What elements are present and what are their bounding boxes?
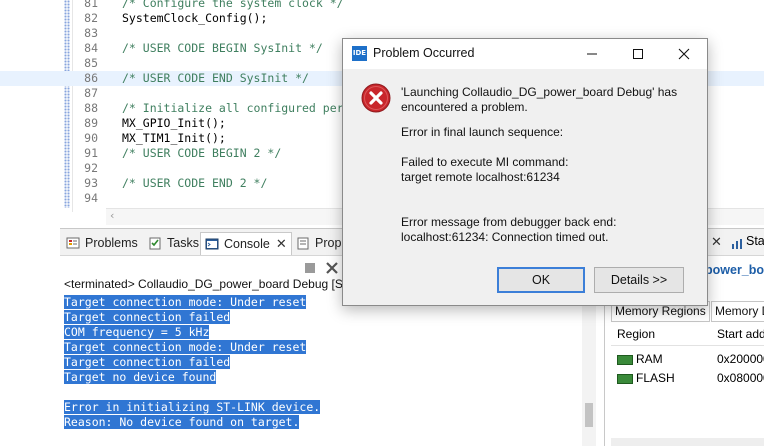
line-number: 90 xyxy=(84,131,98,145)
line-number: 88 xyxy=(84,101,98,115)
region-name: FLASH xyxy=(636,371,675,385)
line-number: 91 xyxy=(84,146,98,160)
debugger-error-line: Error message from debugger back end: xyxy=(401,215,617,229)
table-header: Region Start add xyxy=(611,323,764,346)
line-number: 94 xyxy=(84,191,98,205)
failed-command-line: Failed to execute MI command: xyxy=(401,155,569,169)
dialog-title: Problem Occurred xyxy=(373,46,475,60)
console-line-text: Target connection failed xyxy=(64,310,231,324)
scroll-left-icon[interactable]: ‹ xyxy=(110,209,114,222)
message-line: encountered a problem. xyxy=(401,100,528,114)
line-number: 83 xyxy=(84,26,98,40)
console-line: COM frequency = 5 kHz xyxy=(64,325,584,340)
tab-console[interactable]: Console ✕ xyxy=(200,232,292,255)
code-line: 81 /* Configure the system clock */ xyxy=(0,0,764,11)
properties-icon xyxy=(296,236,310,250)
column-region[interactable]: Region xyxy=(617,323,655,345)
console-vertical-scrollbar[interactable] xyxy=(582,295,596,446)
console-output[interactable]: Target connection mode: Under reset Targe… xyxy=(64,295,584,430)
table-row[interactable]: RAM 0x200000 xyxy=(611,350,764,369)
tab-tasks[interactable]: Tasks xyxy=(148,232,199,254)
console-line: Target no device found xyxy=(64,370,584,385)
close-button[interactable] xyxy=(661,39,707,69)
ide-logo-icon: IDE xyxy=(352,46,367,61)
region-start: 0x200000 xyxy=(717,352,764,366)
console-line-text: Target connection failed xyxy=(64,355,231,369)
console-line-text: Target connection mode: Under reset xyxy=(64,295,307,309)
console-line: Target connection failed xyxy=(64,310,584,325)
tab-properties[interactable]: Prop xyxy=(296,232,341,254)
remove-launch-icon[interactable] xyxy=(326,259,338,274)
line-number: 81 xyxy=(84,0,98,10)
tab-partial-icon xyxy=(731,235,743,254)
console-line: Reason: No device found on target. xyxy=(64,415,584,430)
memory-chip-icon xyxy=(617,354,633,365)
code-text: /* Configure the system clock */ xyxy=(122,0,344,10)
error-summary: Error in final launch sequence: xyxy=(401,125,564,139)
line-number: 87 xyxy=(84,86,98,100)
line-number: 92 xyxy=(84,161,98,175)
memory-chip-icon xyxy=(617,373,633,384)
tab-tasks-label: Tasks xyxy=(167,236,199,250)
failed-command-line: target remote localhost:61234 xyxy=(401,170,560,184)
line-number: 93 xyxy=(84,176,98,190)
details-button[interactable]: Details >> xyxy=(594,267,684,293)
close-icon[interactable]: ✕ xyxy=(276,236,287,252)
debugger-error-line: localhost:61234: Connection timed out. xyxy=(401,230,609,244)
code-text: /* USER CODE END 2 */ xyxy=(122,176,268,190)
close-icon xyxy=(678,48,690,60)
maximize-button[interactable] xyxy=(615,39,661,69)
tab-partial-label[interactable]: Sta xyxy=(746,234,764,248)
problems-icon xyxy=(66,236,80,250)
line-number: 86 xyxy=(84,71,98,85)
code-text: /* USER CODE END SysInit */ xyxy=(122,71,309,85)
close-icon[interactable]: ✕ xyxy=(711,235,722,250)
project-title: power_boar xyxy=(705,263,764,277)
console-line-text: Target no device found xyxy=(64,370,217,384)
minimize-icon xyxy=(587,53,597,55)
ok-button[interactable]: OK xyxy=(497,267,585,293)
tab-problems[interactable]: Problems xyxy=(66,232,138,254)
problem-occurred-dialog: IDE Problem Occurred 'Launching Collaudi… xyxy=(342,38,708,306)
code-text: SystemClock_Config(); xyxy=(122,11,268,25)
console-line-text: Error in initializing ST-LINK device. xyxy=(64,400,321,414)
console-line-text: COM frequency = 5 kHz xyxy=(64,325,210,339)
line-number: 84 xyxy=(84,41,98,55)
tab-problems-label: Problems xyxy=(85,236,138,250)
line-number: 85 xyxy=(84,56,98,70)
stop-icon[interactable] xyxy=(304,259,316,273)
tab-properties-label: Prop xyxy=(315,236,342,250)
line-number: 89 xyxy=(84,116,98,130)
line-number: 82 xyxy=(84,11,98,25)
code-text: MX_GPIO_Init(); xyxy=(122,116,226,130)
console-icon xyxy=(205,237,219,251)
code-text: /* USER CODE BEGIN SysInit */ xyxy=(122,41,323,55)
console-line: Error in initializing ST-LINK device. xyxy=(64,400,584,415)
console-line: Target connection mode: Under reset xyxy=(64,340,584,355)
column-start-address[interactable]: Start add xyxy=(717,323,764,345)
dialog-titlebar[interactable]: IDE Problem Occurred xyxy=(343,39,707,69)
code-text: MX_TIM1_Init(); xyxy=(122,131,226,145)
message-line: 'Launching Collaudio_DG_power_board Debu… xyxy=(401,85,678,99)
console-status: <terminated> Collaudio_DG_power_board De… xyxy=(64,277,351,291)
console-line-text: Reason: No device found on target. xyxy=(64,415,300,429)
region-name: RAM xyxy=(636,352,663,366)
console-line: Target connection failed xyxy=(64,355,584,370)
table-row[interactable]: FLASH 0x080000 xyxy=(611,369,764,388)
code-text: /* USER CODE BEGIN 2 */ xyxy=(122,146,282,160)
error-icon xyxy=(361,83,391,113)
tab-memory-details[interactable]: Memory D xyxy=(711,301,764,322)
memory-regions-table: Region Start add RAM 0x200000 FLASH 0x08… xyxy=(611,323,764,388)
tasks-icon xyxy=(148,236,162,250)
code-line: 82 SystemClock_Config(); xyxy=(0,11,764,26)
scrollbar-thumb[interactable] xyxy=(585,403,593,427)
region-start: 0x080000 xyxy=(717,371,764,385)
console-line-text: Target connection mode: Under reset xyxy=(64,340,307,354)
tab-console-label: Console xyxy=(224,237,270,251)
minimize-button[interactable] xyxy=(569,39,615,69)
maximize-icon xyxy=(633,49,643,59)
